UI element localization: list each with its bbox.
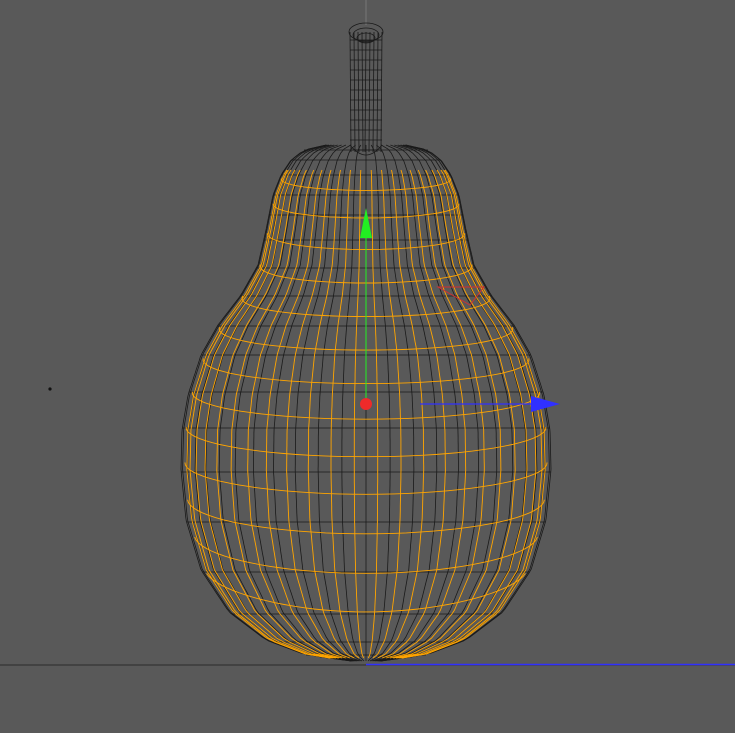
mesh-meridian	[371, 144, 438, 662]
viewport-canvas[interactable]	[0, 0, 735, 733]
mesh-meridian	[294, 144, 361, 662]
pear-stem-mesh[interactable]	[348, 22, 384, 156]
isoparm-meridian	[353, 169, 365, 659]
z-arrow-icon[interactable]	[531, 396, 560, 412]
mesh-meridian	[234, 144, 356, 662]
mesh-meridian	[317, 144, 363, 662]
isoparm-meridian	[367, 169, 379, 659]
mesh-meridian	[369, 144, 415, 662]
mesh-meridian	[376, 144, 498, 662]
isoparm-meridian	[286, 169, 351, 659]
3d-viewport[interactable]	[0, 0, 735, 733]
x-axis-handle[interactable]	[360, 398, 372, 410]
mesh-meridian	[378, 144, 527, 662]
isoparm-meridian	[381, 169, 446, 659]
viewport-point	[48, 387, 52, 391]
mesh-meridian	[205, 144, 354, 662]
y-arrow-icon[interactable]	[360, 208, 372, 238]
